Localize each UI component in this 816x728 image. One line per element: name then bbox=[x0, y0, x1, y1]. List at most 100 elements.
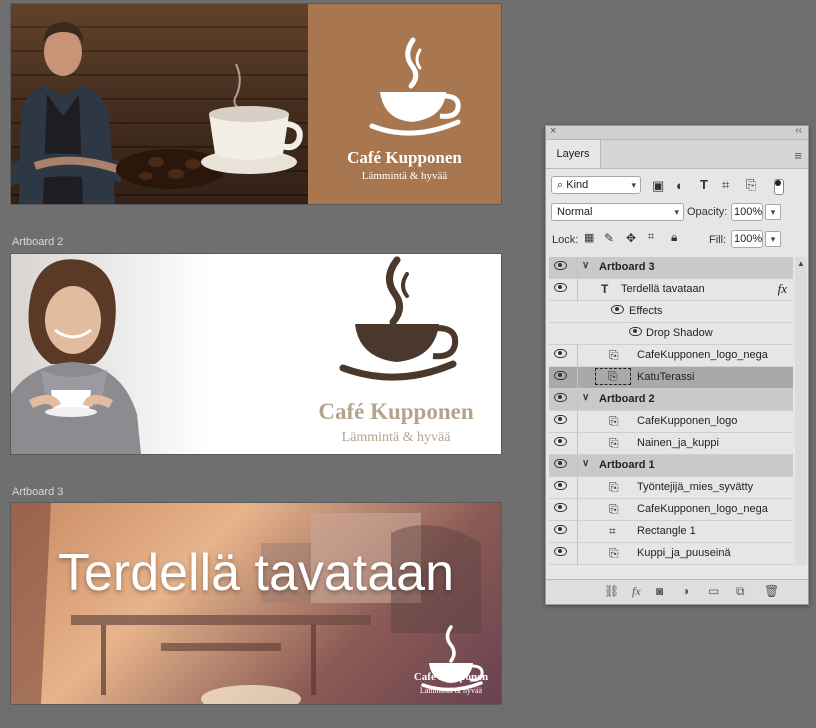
brand-panel: Café Kupponen Lämmintä & hyvää bbox=[308, 4, 501, 204]
panel-menu-icon[interactable]: ≡ bbox=[794, 148, 802, 163]
visibility-eye-icon[interactable] bbox=[554, 503, 567, 512]
layer-row[interactable]: ⎘ Kuppi_ja_puuseinä bbox=[549, 543, 793, 565]
delete-layer-icon[interactable]: 🗑︎ bbox=[764, 584, 779, 598]
search-icon: ⌕ bbox=[557, 179, 564, 191]
layer-name: KatuTerassi bbox=[637, 371, 695, 383]
layer-row[interactable]: T Terdellä tavataan fx bbox=[549, 279, 793, 301]
filter-toggle-knob bbox=[775, 180, 781, 186]
link-layers-icon[interactable]: ⛓ bbox=[604, 584, 619, 598]
layer-group-row[interactable]: ∨ Artboard 3 bbox=[549, 257, 793, 279]
layer-group-row[interactable]: ∨ Artboard 1 bbox=[549, 455, 793, 477]
layer-row[interactable]: ⎘ Nainen_ja_kuppi bbox=[549, 433, 793, 455]
fill-dropdown-button[interactable]: ▾ bbox=[765, 231, 781, 247]
artboard-3-label[interactable]: Artboard 3 bbox=[12, 486, 63, 498]
panel-titlebar[interactable]: × ‹‹ bbox=[546, 125, 808, 140]
panel-tab-row: Layers ≡ bbox=[546, 140, 808, 169]
artboard-2-label[interactable]: Artboard 2 bbox=[12, 236, 63, 248]
layer-name: Artboard 1 bbox=[599, 459, 655, 471]
layer-row[interactable]: ⎘ Työntejijä_mies_syvätty bbox=[549, 477, 793, 499]
cup-logo-icon bbox=[369, 37, 461, 136]
filter-kind-value: Kind bbox=[566, 179, 589, 191]
row-divider bbox=[577, 499, 578, 520]
expand-caret-icon[interactable]: ∨ bbox=[582, 458, 589, 469]
layer-group-row[interactable]: ∨ Artboard 2 bbox=[549, 389, 793, 411]
visibility-eye-icon[interactable] bbox=[554, 283, 567, 292]
close-icon[interactable]: × bbox=[550, 125, 556, 137]
opacity-label: Opacity: bbox=[687, 206, 728, 218]
opacity-dropdown-button[interactable]: ▾ bbox=[765, 204, 781, 220]
layers-bottom-toolbar: ⛓ fx ◙ ◑ ▭ ⧉ 🗑︎ bbox=[546, 579, 808, 604]
layer-name: CafeKupponen_logo_nega bbox=[637, 503, 768, 515]
layer-effects-fx-icon[interactable]: fx bbox=[778, 281, 787, 297]
layers-list[interactable]: ∨ Artboard 3 T Terdellä tavataan fx Effects Dr… bbox=[549, 257, 793, 565]
new-layer-icon[interactable]: ⧉ bbox=[736, 584, 745, 599]
visibility-eye-icon[interactable] bbox=[554, 459, 567, 468]
layer-row[interactable]: ⎘ KatuTerassi bbox=[549, 367, 793, 389]
layer-name: Rectangle 1 bbox=[637, 525, 696, 537]
lock-label: Lock: bbox=[552, 234, 579, 246]
smart-object-filter-icon[interactable]: ⎘ bbox=[746, 177, 756, 193]
fill-label: Fill: bbox=[709, 234, 727, 246]
visibility-eye-icon[interactable] bbox=[554, 261, 567, 270]
row-divider bbox=[577, 367, 578, 388]
scroll-up-icon[interactable]: ▲ bbox=[797, 259, 805, 268]
lock-paint-brush-icon[interactable]: ✎ bbox=[604, 231, 614, 245]
add-mask-icon[interactable]: ◙ bbox=[656, 584, 663, 598]
visibility-eye-icon[interactable] bbox=[554, 481, 567, 490]
row-divider bbox=[577, 521, 578, 542]
layer-name: Kuppi_ja_puuseinä bbox=[637, 547, 731, 559]
visibility-eye-icon[interactable] bbox=[554, 349, 567, 358]
layer-name: Effects bbox=[629, 305, 663, 317]
expand-caret-icon[interactable]: ∨ bbox=[582, 392, 589, 403]
white-cup bbox=[201, 63, 303, 174]
blend-mode-value: Normal bbox=[557, 206, 593, 218]
row-divider bbox=[577, 257, 578, 278]
layer-row[interactable]: ⎘ CafeKupponen_logo_nega bbox=[549, 499, 793, 521]
logo-tagline: Lämmintä & hyvää bbox=[419, 686, 483, 695]
visibility-eye-icon[interactable] bbox=[554, 525, 567, 534]
visibility-eye-icon[interactable] bbox=[554, 393, 567, 402]
layer-row[interactable]: Drop Shadow bbox=[549, 323, 793, 345]
lock-move-icon[interactable]: ✥ bbox=[626, 231, 636, 245]
layer-name: Artboard 3 bbox=[599, 261, 655, 273]
blend-mode-select[interactable]: Normal ▾ bbox=[551, 203, 684, 221]
layer-name: Työntejijä_mies_syvätty bbox=[637, 481, 754, 493]
artboard-2[interactable]: Café Kupponen Lämmintä & hyvää bbox=[11, 254, 501, 454]
layer-name: Drop Shadow bbox=[646, 327, 713, 339]
expand-caret-icon[interactable]: ∨ bbox=[582, 260, 589, 271]
type-filter-icon[interactable]: T bbox=[700, 177, 708, 192]
type-layer-icon: T bbox=[601, 282, 609, 296]
layer-row[interactable]: ⌗ Rectangle 1 bbox=[549, 521, 793, 543]
lock-artboard-icon[interactable]: ⌗ bbox=[648, 231, 654, 244]
lock-transparent-icon[interactable]: ▦ bbox=[584, 231, 594, 244]
new-adjustment-layer-icon[interactable]: ◑ bbox=[682, 584, 689, 598]
layers-scrollbar[interactable]: ▲ bbox=[795, 257, 807, 565]
effect-visibility-eye-icon[interactable] bbox=[629, 327, 642, 336]
collapse-icon[interactable]: ‹‹ bbox=[795, 125, 802, 136]
opacity-input[interactable]: 100% bbox=[731, 203, 763, 221]
tab-layers[interactable]: Layers bbox=[546, 140, 601, 168]
image-filter-icon[interactable]: ▣ bbox=[652, 178, 664, 194]
artboard-3[interactable]: Terdellä tavataan Café Kupponen Lämmintä… bbox=[11, 503, 501, 704]
new-group-icon[interactable]: ▭ bbox=[708, 584, 719, 598]
layer-row[interactable]: ⎘ CafeKupponen_logo_nega bbox=[549, 345, 793, 367]
shape-filter-icon[interactable]: ⌗ bbox=[722, 177, 729, 193]
layers-panel[interactable]: × ‹‹ Layers ≡ ⌕ Kind ▾ ▣ ◐ T ⌗ ⎘ Normal … bbox=[545, 125, 809, 605]
visibility-eye-icon[interactable] bbox=[554, 437, 567, 446]
chevron-down-icon: ▾ bbox=[631, 180, 636, 190]
lock-all-icon[interactable]: 🔒︎ bbox=[671, 230, 677, 245]
filter-kind-select[interactable]: ⌕ Kind ▾ bbox=[551, 176, 641, 194]
visibility-eye-icon[interactable] bbox=[554, 547, 567, 556]
effect-visibility-eye-icon[interactable] bbox=[611, 305, 624, 314]
visibility-eye-icon[interactable] bbox=[554, 415, 567, 424]
woman-figure bbox=[11, 254, 211, 454]
layer-row[interactable]: ⎘ CafeKupponen_logo bbox=[549, 411, 793, 433]
artboard-1[interactable]: Café Kupponen Lämmintä & hyvää bbox=[11, 4, 501, 204]
logo-tagline: Lämmintä & hyvää bbox=[341, 430, 451, 445]
layer-row[interactable]: Effects bbox=[549, 301, 793, 323]
adjustment-filter-icon[interactable]: ◐ bbox=[676, 178, 684, 193]
add-layer-style-icon[interactable]: fx bbox=[632, 584, 641, 599]
smart-object-icon: ⎘ bbox=[609, 546, 619, 560]
fill-input[interactable]: 100% bbox=[731, 230, 763, 248]
visibility-eye-icon[interactable] bbox=[554, 371, 567, 380]
